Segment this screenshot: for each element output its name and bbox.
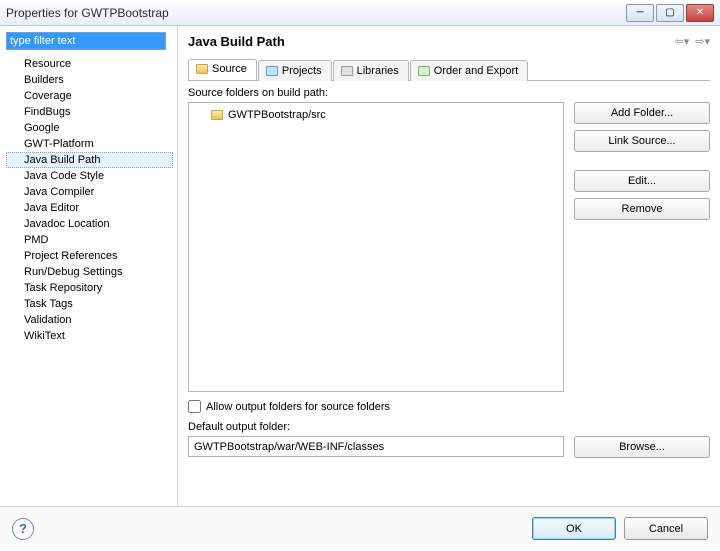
sidebar-item-javadoc-location[interactable]: Javadoc Location xyxy=(6,216,173,232)
sidebar-item-resource[interactable]: Resource xyxy=(6,56,173,72)
back-icon[interactable]: ⇦▾ xyxy=(675,35,690,48)
sidebar-item-findbugs[interactable]: FindBugs xyxy=(6,104,173,120)
sidebar-item-gwt-platform[interactable]: GWT-Platform xyxy=(6,136,173,152)
close-button[interactable]: ✕ xyxy=(686,4,714,22)
page-title: Java Build Path xyxy=(188,34,285,49)
link-source-button[interactable]: Link Source... xyxy=(574,130,710,152)
tab-projects[interactable]: Projects xyxy=(258,60,332,81)
minimize-button[interactable]: ─ xyxy=(626,4,654,22)
tab-source[interactable]: Source xyxy=(188,59,257,80)
button-column: Add Folder... Link Source... Edit... Rem… xyxy=(574,102,710,392)
tab-label: Order and Export xyxy=(434,65,518,77)
source-folder-label: GWTPBootstrap/src xyxy=(228,109,326,121)
sidebar-item-task-repository[interactable]: Task Repository xyxy=(6,280,173,296)
category-tree[interactable]: ResourceBuildersCoverageFindBugsGoogleGW… xyxy=(6,56,173,344)
sidebar-item-java-code-style[interactable]: Java Code Style xyxy=(6,168,173,184)
sidebar-item-google[interactable]: Google xyxy=(6,120,173,136)
libraries-icon xyxy=(341,66,353,76)
header-row: Java Build Path ⇦▾ ⇨▾ xyxy=(188,34,710,49)
tab-order-and-export[interactable]: Order and Export xyxy=(410,60,528,81)
sidebar-item-java-compiler[interactable]: Java Compiler xyxy=(6,184,173,200)
window-title: Properties for GWTPBootstrap xyxy=(6,6,169,20)
tab-libraries[interactable]: Libraries xyxy=(333,60,409,81)
help-icon[interactable]: ? xyxy=(12,518,34,540)
tab-label: Projects xyxy=(282,65,322,77)
content: Java Build Path ⇦▾ ⇨▾ Source Projects Libr… xyxy=(178,26,720,506)
projects-icon xyxy=(266,66,278,76)
sidebar-item-coverage[interactable]: Coverage xyxy=(6,88,173,104)
allow-output-row: Allow output folders for source folders xyxy=(188,400,710,413)
package-folder-icon xyxy=(211,110,223,120)
default-output-input[interactable] xyxy=(188,436,564,457)
sidebar: ResourceBuildersCoverageFindBugsGoogleGW… xyxy=(0,26,178,506)
source-folders-label: Source folders on build path: xyxy=(188,87,710,99)
tab-label: Source xyxy=(212,63,247,75)
sidebar-item-task-tags[interactable]: Task Tags xyxy=(6,296,173,312)
allow-output-label: Allow output folders for source folders xyxy=(206,401,390,413)
sidebar-item-java-build-path[interactable]: Java Build Path xyxy=(6,152,173,168)
default-output-label: Default output folder: xyxy=(188,421,710,433)
tab-bar: Source Projects Libraries Order and Export xyxy=(188,59,710,81)
order-and-export-icon xyxy=(418,66,430,76)
spacer xyxy=(574,158,710,164)
ok-button[interactable]: OK xyxy=(532,517,616,540)
sidebar-item-validation[interactable]: Validation xyxy=(6,312,173,328)
cancel-button[interactable]: Cancel xyxy=(624,517,708,540)
footer-buttons: OK Cancel xyxy=(532,517,708,540)
add-folder-button[interactable]: Add Folder... xyxy=(574,102,710,124)
tab-label: Libraries xyxy=(357,65,399,77)
source-icon xyxy=(196,64,208,74)
forward-icon[interactable]: ⇨▾ xyxy=(695,35,710,48)
source-folders-tree[interactable]: GWTPBootstrap/src xyxy=(188,102,564,392)
filter-input[interactable] xyxy=(6,32,166,50)
sidebar-item-run-debug-settings[interactable]: Run/Debug Settings xyxy=(6,264,173,280)
sidebar-item-project-references[interactable]: Project References xyxy=(6,248,173,264)
window-controls: ─ ▢ ✕ xyxy=(626,4,714,22)
sidebar-item-java-editor[interactable]: Java Editor xyxy=(6,200,173,216)
default-output-row: Browse... xyxy=(188,436,710,458)
maximize-button[interactable]: ▢ xyxy=(656,4,684,22)
remove-button[interactable]: Remove xyxy=(574,198,710,220)
source-folder-item[interactable]: GWTPBootstrap/src xyxy=(193,107,559,123)
browse-button[interactable]: Browse... xyxy=(574,436,710,458)
titlebar: Properties for GWTPBootstrap ─ ▢ ✕ xyxy=(0,0,720,26)
nav-arrows: ⇦▾ ⇨▾ xyxy=(675,35,711,48)
sidebar-item-wikitext[interactable]: WikiText xyxy=(6,328,173,344)
sidebar-item-pmd[interactable]: PMD xyxy=(6,232,173,248)
main: ResourceBuildersCoverageFindBugsGoogleGW… xyxy=(0,26,720,506)
footer: ? OK Cancel xyxy=(0,506,720,550)
allow-output-checkbox[interactable] xyxy=(188,400,201,413)
sidebar-item-builders[interactable]: Builders xyxy=(6,72,173,88)
source-split: GWTPBootstrap/src Add Folder... Link Sou… xyxy=(188,102,710,392)
edit-button[interactable]: Edit... xyxy=(574,170,710,192)
